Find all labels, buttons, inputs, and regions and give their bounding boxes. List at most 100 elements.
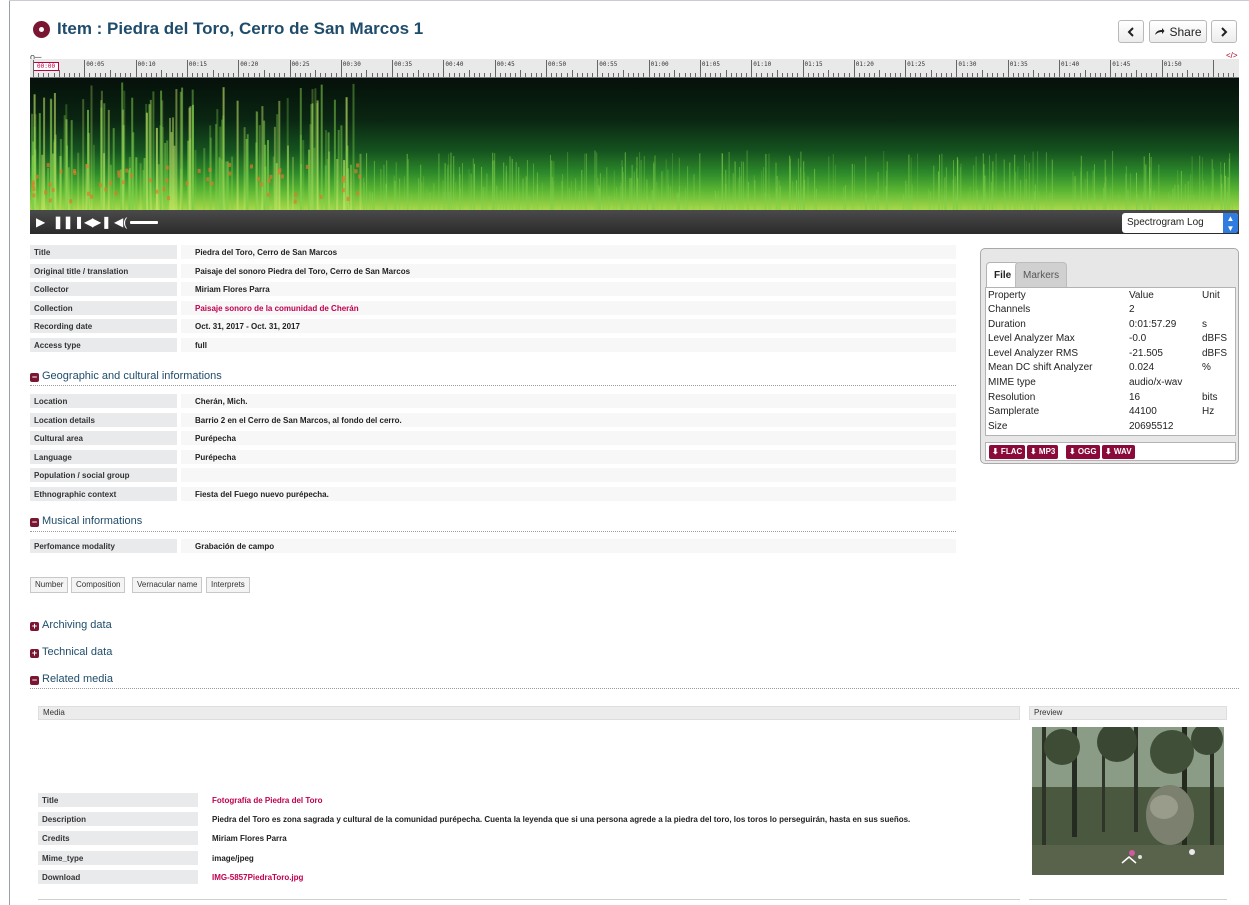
ruler-tick xyxy=(1233,73,1235,77)
current-time-marker[interactable]: 00:00 xyxy=(33,62,60,71)
ruler-tick xyxy=(371,73,373,77)
ruler-tick xyxy=(658,73,660,77)
ruler-tick xyxy=(869,73,871,77)
ruler-tick-label: 00:10 xyxy=(137,61,156,68)
related-section-heading[interactable]: − Related media xyxy=(30,672,113,687)
ruler-tick xyxy=(43,73,45,77)
value-cell: 20695512 xyxy=(1129,420,1174,432)
ruler-tick xyxy=(79,73,81,77)
ruler-tick xyxy=(417,70,419,77)
ruler-tick xyxy=(1033,70,1035,77)
ruler-tick xyxy=(274,73,276,77)
field-label: Mime_type xyxy=(38,850,198,866)
section-divider xyxy=(30,531,956,532)
ruler-tick xyxy=(992,73,994,77)
field-value: Purépecha xyxy=(181,449,956,465)
timeline-ruler[interactable]: 00:00 00:05 00:10 00:15 00:20 00:25 00:30 00:3… xyxy=(30,59,1239,78)
ruler-tick xyxy=(935,73,937,77)
ruler-tick xyxy=(94,73,96,77)
metadata-row: Title Piedra del Toro, Cerro de San Marco… xyxy=(30,245,956,261)
property-cell: Level Analyzer Max xyxy=(988,333,1075,345)
ruler-tick xyxy=(1089,73,1091,77)
ruler-tick xyxy=(1064,73,1066,77)
download-flac-button[interactable]: ⬇ FLAC xyxy=(989,445,1026,459)
spectrogram-mode-select[interactable]: Spectrogram Log ▲ ▼ xyxy=(1122,213,1238,233)
ruler-tick xyxy=(484,73,486,77)
volume-icon[interactable]: ◀( xyxy=(114,214,127,230)
musical-row: Perfomance modality Grabación de campo xyxy=(30,539,956,555)
ruler-tick xyxy=(812,73,814,77)
field-label: Download xyxy=(38,869,198,885)
ruler-tick xyxy=(438,73,440,77)
field-value: Grabación de campo xyxy=(181,539,956,554)
collection-link[interactable]: Paisaje sonoro de la comunidad de Cherán xyxy=(181,300,956,316)
ruler-tick-label: 01:35 xyxy=(1009,61,1028,68)
ruler-tick xyxy=(504,73,506,77)
ruler-tick xyxy=(443,60,445,77)
next-item-button[interactable] xyxy=(1211,20,1237,43)
chevron-right-icon xyxy=(1221,26,1228,37)
ruler-tick xyxy=(735,73,737,77)
media-preview-image[interactable] xyxy=(1032,727,1224,875)
preview-column-header: Preview xyxy=(1029,706,1227,720)
ruler-tick xyxy=(330,73,332,77)
ruler-tick xyxy=(284,73,286,77)
ruler-tick xyxy=(689,73,691,77)
column-header-unit: Unit xyxy=(1202,290,1220,301)
archiving-section-heading[interactable]: + Archiving data xyxy=(30,618,112,633)
ruler-tick xyxy=(976,73,978,77)
technical-section-heading[interactable]: + Technical data xyxy=(30,645,112,660)
table-row: Samplerate 44100 Hz xyxy=(988,406,1235,418)
ruler-tick xyxy=(238,60,240,77)
ruler-tick xyxy=(279,73,281,77)
pause-icon[interactable]: ❚❚ xyxy=(53,214,73,230)
ruler-tick xyxy=(581,73,583,77)
musical-field-chip[interactable]: Composition xyxy=(71,577,126,593)
skip-back-icon[interactable]: ❚◀ xyxy=(74,214,93,230)
ruler-tick-label: 00:50 xyxy=(548,61,567,68)
musical-section-heading[interactable]: − Musical informations xyxy=(30,514,142,529)
ruler-tick xyxy=(448,73,450,77)
geo-section-heading[interactable]: − Geographic and cultural informations xyxy=(30,369,222,384)
download-mp3-button[interactable]: ⬇ MP3 xyxy=(1027,445,1059,459)
ruler-tick xyxy=(561,73,563,77)
ruler-tick xyxy=(1012,73,1014,77)
field-value: Fiesta del Fuego nuevo purépecha. xyxy=(181,487,956,502)
ruler-tick xyxy=(694,73,696,77)
field-label: Language xyxy=(30,449,177,465)
spectrogram-view[interactable] xyxy=(30,78,1239,210)
musical-field-chip[interactable]: Number xyxy=(30,577,69,593)
tab-markers[interactable]: Markers xyxy=(1015,262,1068,287)
ruler-tick xyxy=(1105,73,1107,77)
download-wav-button[interactable]: ⬇ WAV xyxy=(1102,445,1135,459)
ruler-tick xyxy=(1182,73,1184,77)
table-row: Duration 0:01:57.29 s xyxy=(988,319,1235,331)
share-button[interactable]: Share xyxy=(1149,20,1207,43)
ruler-tick xyxy=(894,73,896,77)
ruler-tick xyxy=(1141,73,1143,77)
ruler-tick xyxy=(576,73,578,77)
ruler-tick xyxy=(494,60,496,77)
table-header-row: Property Value Unit xyxy=(988,290,1235,302)
ruler-tick xyxy=(628,73,630,77)
ruler-tick-label: 00:35 xyxy=(394,61,413,68)
play-icon[interactable]: ▶ xyxy=(36,214,45,230)
download-ogg-button[interactable]: ⬇ OGG xyxy=(1066,445,1100,459)
volume-slider[interactable] xyxy=(130,221,158,224)
skip-forward-icon[interactable]: ▶❚ xyxy=(92,214,111,230)
field-label: Population / social group xyxy=(30,468,177,484)
ruler-tick-label: 01:20 xyxy=(855,61,874,68)
previous-item-button[interactable] xyxy=(1118,20,1144,43)
download-file-link[interactable]: IMG-5857PiedraToro.jpg xyxy=(208,870,1018,885)
media-metadata-row: Download IMG-5857PiedraToro.jpg xyxy=(38,869,1018,886)
field-value: Oct. 31, 2017 - Oct. 31, 2017 xyxy=(181,319,956,335)
media-title-link[interactable]: Fotografía de Piedra del Toro xyxy=(208,793,1018,808)
file-info-panel: File Markers Property Value Unit Channel… xyxy=(980,248,1239,464)
collapse-minus-icon: − xyxy=(30,675,39,685)
field-label: Ethnographic context xyxy=(30,487,177,502)
ruler-tick xyxy=(946,73,948,77)
musical-field-chip[interactable]: Interprets xyxy=(206,577,250,593)
ruler-tick xyxy=(422,73,424,77)
ruler-tick xyxy=(335,73,337,77)
musical-field-chip[interactable]: Vernacular name xyxy=(132,577,203,593)
